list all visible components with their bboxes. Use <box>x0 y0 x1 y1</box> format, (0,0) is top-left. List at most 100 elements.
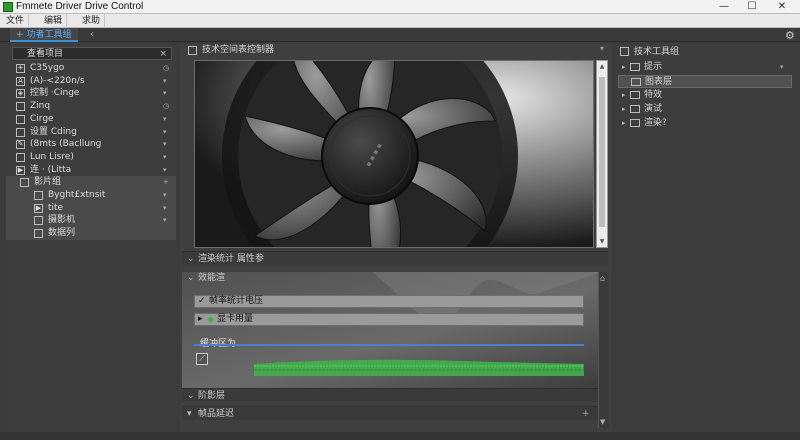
right-checkbox[interactable] <box>620 47 629 56</box>
left-item[interactable]: Cirge ▾ <box>6 113 176 126</box>
minimize-button[interactable]: — <box>710 0 738 14</box>
left-item-label: Cirge <box>30 113 54 124</box>
search-input[interactable]: 查看项目 × <box>12 47 172 60</box>
left-item[interactable]: ▶ 连 · (Litta ▾ <box>6 164 176 177</box>
row-action-icon[interactable]: ▾ <box>163 164 167 176</box>
right-item-label: 演试 <box>644 104 663 114</box>
right-item[interactable]: ▸ 提示 ▾ <box>618 61 792 74</box>
right-item-label: 提示 <box>644 62 663 72</box>
play-icon: ▶ <box>34 203 43 213</box>
expand-icon[interactable]: ▸ <box>622 103 626 115</box>
scroll-down-icon[interactable]: ▼ <box>600 418 605 426</box>
eye-icon: ◈ <box>16 89 25 99</box>
row-action-icon[interactable]: ▾ <box>163 189 167 201</box>
chevron-down-icon: ⌄ <box>187 254 195 264</box>
right-item[interactable]: ▸ 演试 <box>618 103 792 116</box>
play-icon: ▶ <box>16 165 25 175</box>
section-settings[interactable]: ⌄ 渲染统计 属性参 <box>182 251 608 265</box>
left-item[interactable]: ☀ C35ygo ◷ <box>6 62 176 75</box>
gear-icon[interactable]: ⚙ <box>785 29 795 43</box>
left-item[interactable]: Byght£xtnsit ▾ <box>6 189 176 202</box>
folder-icon <box>631 78 641 86</box>
add-icon[interactable]: + <box>582 407 590 421</box>
left-item[interactable]: Lun Lisre) ▾ <box>6 151 176 164</box>
expand-icon: ▸ <box>198 314 203 324</box>
tab-toolset[interactable]: + 功者工具组 <box>10 28 78 42</box>
expand-icon[interactable]: ▸ <box>622 117 626 129</box>
close-button[interactable]: ✕ <box>768 0 796 14</box>
left-item-label: 连 · (Litta <box>30 164 72 175</box>
scroll-up-icon[interactable]: ▲ <box>598 63 606 70</box>
checkbox-icon <box>16 114 25 124</box>
row-action-icon[interactable]: ▾ <box>163 138 167 150</box>
row-action-icon[interactable]: ▾ <box>163 151 167 163</box>
section-latency[interactable]: ▾ 帧品延迟 + <box>182 406 608 420</box>
left-item-label: 数据列 <box>48 228 76 239</box>
right-title: 技术工具组 <box>634 47 680 57</box>
center-header: 技术空间表控制器 ▾ <box>186 44 606 58</box>
section-perf[interactable]: ⌄ 效能渲 <box>182 271 608 285</box>
preview-scrollbar[interactable]: ▲ ▼ <box>596 60 608 248</box>
left-item-label: 摄影机 <box>48 215 76 226</box>
left-item[interactable]: 影片组 + <box>6 176 176 189</box>
row-action-icon[interactable]: + <box>163 176 169 188</box>
section-shadow-label: 阶影层 <box>198 391 226 401</box>
folder-icon <box>630 91 640 99</box>
center-checkbox[interactable] <box>188 46 197 55</box>
row-action-icon[interactable]: ▾ <box>163 113 167 125</box>
row-action-icon[interactable]: ▾ <box>163 75 167 87</box>
row-action-icon[interactable]: ▾ <box>163 214 167 226</box>
left-item-label: (A)-<220n/s <box>30 75 85 86</box>
row-action-icon[interactable]: ▾ <box>163 126 167 138</box>
brush-icon: ✎ <box>16 140 25 150</box>
perf-row-framerate[interactable]: ✓ 帧率统计电压 <box>194 295 584 308</box>
checkbox-icon <box>16 127 25 137</box>
left-item[interactable]: 设置 Cding ▾ <box>6 126 176 139</box>
left-item[interactable]: 摄影机 ▾ <box>6 214 176 227</box>
menu-bar: 文件 编辑 求助 <box>0 14 800 28</box>
menu-file[interactable]: 文件 <box>2 14 30 28</box>
chevron-left-icon[interactable]: ‹ <box>90 28 94 42</box>
perf-row-gpu[interactable]: ▸ 显卡用量 ◆ <box>194 313 584 326</box>
left-item[interactable]: ▶ tite ▾ <box>6 201 176 215</box>
tab-label: 功者工具组 <box>26 30 72 40</box>
menu-edit[interactable]: 编辑 <box>40 14 68 28</box>
row-action-icon[interactable]: ▾ <box>163 87 167 99</box>
left-item[interactable]: 数据列 <box>6 227 176 240</box>
perf-scrollbar[interactable]: ⌂ ▼ <box>598 272 609 428</box>
left-item-label: (8mts (Bacllung <box>30 139 102 150</box>
left-item[interactable]: A (A)-<220n/s ▾ <box>6 75 176 88</box>
search-text: 查看项目 <box>27 49 64 59</box>
section-shadow[interactable]: ⌄ 阶影层 <box>182 388 608 402</box>
fan-preview-image: ▪ ▪ ▪ ▪ <box>194 60 594 248</box>
row-action-icon[interactable]: ▾ <box>163 202 167 214</box>
right-item[interactable]: 图表层 <box>618 75 792 88</box>
left-item-label: 设置 Cding <box>30 126 77 137</box>
left-item[interactable]: ◈ 控制 ·Cinge ▾ <box>6 87 176 100</box>
left-item[interactable]: ✎ (8mts (Bacllung ▾ <box>6 138 176 151</box>
maximize-button[interactable]: ☐ <box>738 0 766 14</box>
right-item-label: 渲染? <box>644 118 667 128</box>
home-icon[interactable]: ⌂ <box>600 274 605 283</box>
expand-icon[interactable]: ▸ <box>622 61 626 73</box>
scroll-thumb[interactable] <box>599 77 605 227</box>
row-action-icon[interactable]: ◷ <box>163 100 169 112</box>
right-item-label: 特效 <box>644 90 663 100</box>
left-item[interactable]: Zinq ◷ <box>6 100 176 113</box>
brightness-icon: ☀ <box>16 64 25 73</box>
gpu-icon: ◆ <box>207 315 214 325</box>
chevron-down-icon[interactable]: ▾ <box>780 61 784 73</box>
add-icon[interactable]: + <box>16 30 24 40</box>
right-item[interactable]: ▸ 渲染? <box>618 117 792 130</box>
grid-icon <box>16 152 25 162</box>
scroll-down-icon[interactable]: ▼ <box>598 238 606 245</box>
right-item[interactable]: ▸ 特效 <box>618 89 792 102</box>
section-perf-label: 效能渲 <box>198 273 226 283</box>
section-latency-label: 帧品延迟 <box>198 409 235 419</box>
menu-help[interactable]: 求助 <box>78 14 106 28</box>
clear-search-icon[interactable]: × <box>159 48 167 60</box>
chevron-down-icon: ⌄ <box>187 273 195 283</box>
expand-icon[interactable]: ▸ <box>622 89 626 101</box>
row-action-icon[interactable]: ◷ <box>163 62 169 74</box>
pin-icon[interactable]: ▾ <box>600 44 604 53</box>
